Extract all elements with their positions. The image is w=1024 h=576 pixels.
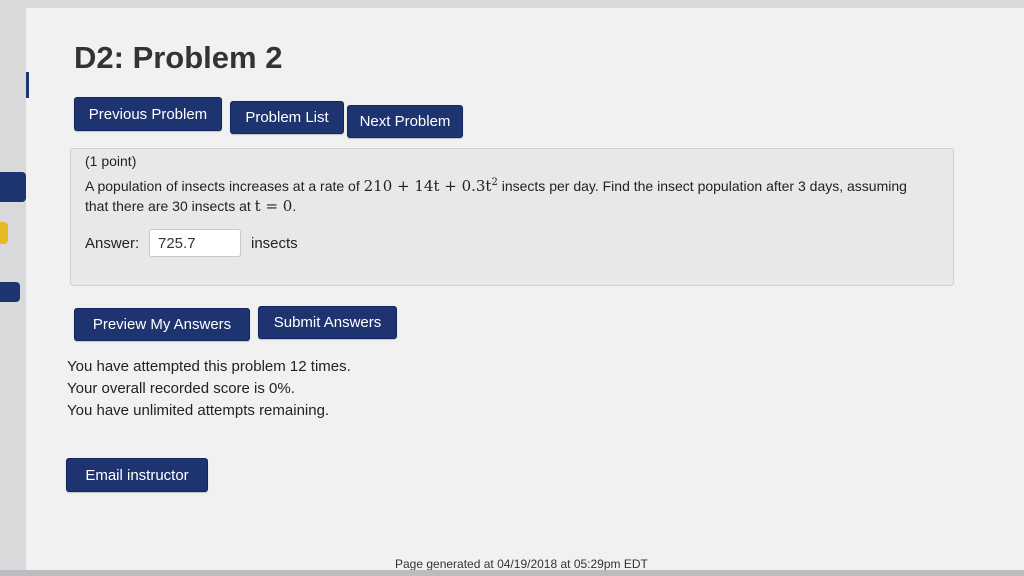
- page-edge-marker: [26, 72, 29, 98]
- statement-text-cont: insects per day. Find the insect populat…: [497, 178, 907, 194]
- page-generated-footer: Page generated at 04/19/2018 at 05:29pm …: [395, 557, 648, 571]
- attempts-text: You have attempted this problem 12 times…: [67, 358, 351, 375]
- page-title: D2: Problem 2: [74, 40, 283, 75]
- answer-input[interactable]: [149, 229, 241, 257]
- statement-line2-end: .: [292, 198, 297, 214]
- rate-expression-base: 210 + 14t + 0.3t: [363, 177, 492, 195]
- next-problem-button[interactable]: Next Problem: [347, 105, 463, 138]
- preview-answers-button[interactable]: Preview My Answers: [74, 308, 250, 341]
- statement-line2: that there are 30 insects at: [85, 198, 255, 214]
- score-text: Your overall recorded score is 0%.: [67, 380, 295, 397]
- initial-condition: t = 0: [254, 197, 293, 215]
- statement-text: A population of insects increases at a r…: [85, 178, 364, 194]
- rate-expression: 210 + 14t + 0.3t2: [364, 177, 498, 195]
- answer-label: Answer:: [85, 235, 140, 252]
- answer-units: insects: [251, 235, 298, 252]
- footer-bar: [0, 570, 1024, 576]
- email-instructor-button[interactable]: Email instructor: [66, 458, 208, 492]
- attempt-status: You have attempted this problem 12 times…: [67, 356, 351, 422]
- sidebar-tab[interactable]: [0, 282, 20, 302]
- sidebar-tab-highlight[interactable]: [0, 222, 8, 244]
- sidebar-tab-active[interactable]: [0, 172, 26, 202]
- submit-answers-button[interactable]: Submit Answers: [258, 306, 397, 339]
- problem-statement: A population of insects increases at a r…: [85, 173, 935, 216]
- previous-problem-button[interactable]: Previous Problem: [74, 97, 222, 131]
- problem-panel: (1 point) A population of insects increa…: [70, 148, 954, 286]
- problem-points: (1 point): [85, 153, 137, 169]
- remaining-attempts-text: You have unlimited attempts remaining.: [67, 402, 330, 419]
- problem-list-button[interactable]: Problem List: [230, 101, 344, 134]
